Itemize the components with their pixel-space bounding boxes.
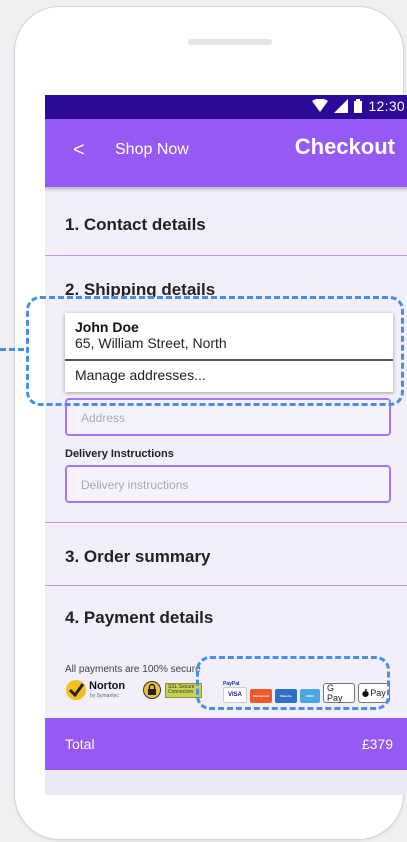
status-time: 12:30 [368,98,405,114]
delivery-instructions-input[interactable]: Delivery instructions [65,465,391,503]
section-contact-details[interactable]: 1. Contact details [65,215,206,235]
wifi-icon [312,99,329,112]
padlock-icon [143,681,161,699]
app-bar: < Shop Now Checkout [45,119,407,187]
annotation-connector [0,348,24,351]
battery-icon [354,99,363,113]
phone-speaker [188,39,272,45]
shop-now-link[interactable]: Shop Now [115,141,189,159]
delivery-instructions-label: Delivery Instructions [65,448,174,460]
page-title: Checkout [294,134,395,159]
norton-logo: Norton by Symantec [65,678,129,702]
status-bar: 12:30 [45,95,407,119]
total-bar: Total £379 [45,718,407,770]
norton-subtitle: by Symantec [90,693,119,699]
total-label: Total [65,736,95,752]
norton-check-icon [66,680,86,700]
divider [45,585,407,586]
back-button[interactable]: < [73,139,85,162]
section-order-summary[interactable]: 3. Order summary [65,547,211,567]
annotation-highlight-address [26,296,404,406]
footer-area [45,770,407,795]
divider [45,255,407,256]
phone-frame: 12:30 < Shop Now Checkout 1. Contact det… [14,6,407,840]
annotation-highlight-payment [196,656,390,710]
norton-wordmark: Norton [89,680,126,692]
total-value: £379 [361,736,393,752]
secure-payments-text: All payments are 100% secure [65,664,201,675]
divider [45,522,407,523]
signal-icon [334,99,349,113]
section-payment-details[interactable]: 4. Payment details [65,608,213,628]
